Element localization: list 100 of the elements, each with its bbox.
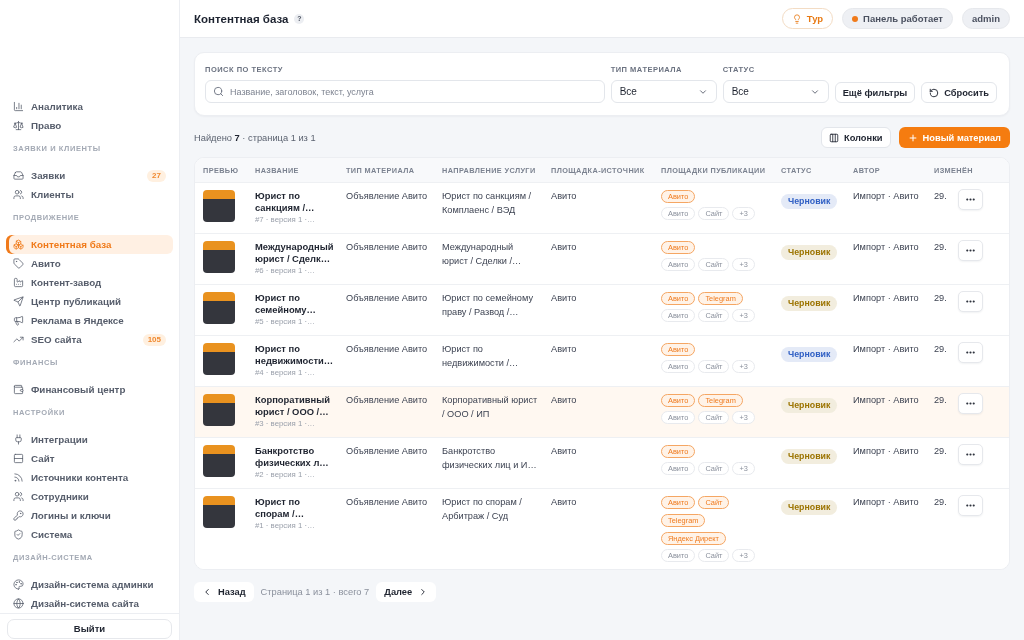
modified-date: 29. — [934, 496, 948, 509]
status-badge: Черновик — [781, 449, 838, 464]
more-button[interactable] — [958, 189, 983, 210]
user-button[interactable]: admin — [962, 8, 1010, 29]
prev-page-button[interactable]: Назад — [194, 582, 254, 602]
nav-item[interactable]: Дизайн-система сайта — [6, 594, 173, 613]
nav-item[interactable]: Контент-завод — [6, 273, 173, 292]
more-button[interactable] — [958, 342, 983, 363]
photo-placeholder — [203, 241, 235, 273]
chevron-left-icon — [202, 587, 212, 597]
source-platform: Авито — [551, 241, 578, 254]
nav-item[interactable]: Дизайн-система админки — [6, 575, 173, 594]
more-button[interactable] — [958, 444, 983, 465]
plus-icon — [907, 132, 918, 143]
status-badge: Черновик — [781, 194, 838, 209]
material-type: Объявление Авито — [346, 241, 429, 254]
status-dot-icon — [852, 15, 859, 22]
more-button[interactable] — [958, 393, 983, 414]
photo-placeholder — [203, 496, 235, 528]
users-icon — [13, 189, 24, 200]
globe-icon — [13, 598, 24, 609]
nav-item[interactable]: Сотрудники — [6, 487, 173, 506]
rotate-arrow-icon — [929, 87, 940, 98]
nav-item[interactable]: Финансовый центр — [6, 380, 173, 399]
shield-check-icon — [13, 529, 24, 540]
status-badge: Черновик — [781, 296, 838, 311]
photo-placeholder — [203, 343, 235, 375]
more-button[interactable] — [958, 240, 983, 261]
material-title: Международный юрист / Сделк… — [255, 241, 335, 265]
users-icon — [13, 491, 24, 502]
select-field[interactable]: Все — [610, 80, 717, 103]
nav-item[interactable]: Клиенты — [6, 185, 173, 204]
material-type: Объявление Авито — [346, 343, 429, 356]
nav-item[interactable]: SEO сайта 105 — [6, 330, 173, 349]
more-button[interactable] — [958, 291, 983, 312]
nav-item[interactable]: Сайт — [6, 449, 173, 468]
material-type: Объявление Авито — [346, 496, 429, 509]
scales-icon — [13, 120, 24, 131]
rss-icon — [13, 472, 24, 483]
material-type: Объявление Авито — [346, 394, 429, 407]
service-direction: Корпоративный юрист / ООО / ИП — [442, 394, 539, 421]
trend-line-icon — [13, 334, 24, 345]
more-filters-button[interactable]: Ещё фильтры — [834, 82, 916, 103]
source-platform: Авито — [551, 343, 578, 356]
megaphone-icon — [13, 315, 24, 326]
status-badge: Черновик — [781, 347, 838, 362]
bar-chart-icon — [13, 101, 24, 112]
photo-placeholder — [203, 292, 235, 324]
source-platform: Авито — [551, 190, 578, 203]
material-type: Объявление Авито — [346, 190, 429, 203]
author: Импорт · Авито — [853, 445, 920, 458]
material-title: Банкротство физических л… — [255, 445, 330, 469]
nav-item[interactable]: Право — [6, 116, 173, 135]
page-info: Страница 1 из 1 · всего 7 — [260, 587, 370, 597]
select-field[interactable]: Все — [722, 80, 829, 103]
paper-plane-icon — [13, 296, 24, 307]
tag-icon — [13, 258, 24, 269]
results-summary: Найдено 7 · страница 1 из 1 — [194, 132, 316, 143]
author: Импорт · Авито — [853, 190, 920, 203]
modified-date: 29. — [934, 241, 948, 254]
rows-icon — [13, 453, 24, 464]
nav-item[interactable]: Заявки 27 — [6, 166, 173, 185]
columns-button[interactable]: Колонки — [820, 127, 891, 148]
source-platform: Авито — [551, 292, 578, 305]
service-direction: Международный юрист / Сделки /… — [442, 241, 523, 268]
modified-date: 29. — [934, 190, 948, 203]
page-title: Контентная база — [194, 12, 289, 25]
status-button[interactable]: Панель работает — [842, 8, 953, 29]
plug-icon — [13, 434, 24, 445]
photo-placeholder — [203, 445, 235, 477]
nav-item[interactable]: Авито — [6, 254, 173, 273]
logout-button[interactable]: Выйти — [7, 618, 172, 639]
reset-button[interactable]: Сбросить — [921, 82, 997, 103]
material-title: Юрист по спорам /… — [255, 496, 306, 520]
service-direction: Юрист по санкциям / Комплаенс / ВЭД — [442, 190, 533, 217]
nav-item[interactable]: Интеграции — [6, 430, 173, 449]
material-type: Объявление Авито — [346, 292, 429, 305]
nav-item[interactable]: Система — [6, 525, 173, 544]
status-badge: Черновик — [781, 500, 838, 515]
nav-item[interactable]: Логины и ключи — [6, 506, 173, 525]
nav-item[interactable]: Реклама в Яндексе — [6, 311, 173, 330]
wallet-icon — [13, 384, 24, 395]
modified-date: 29. — [934, 292, 948, 305]
photo-placeholder — [203, 394, 235, 426]
columns-icon — [828, 132, 839, 143]
nav-item[interactable]: Аналитика — [6, 97, 173, 116]
search-icon — [213, 86, 224, 97]
photo-placeholder — [203, 190, 235, 222]
search-field[interactable]: Название, заголовок, текст, услуга — [205, 80, 605, 103]
nav-item[interactable]: Источники контента — [6, 468, 173, 487]
material-title: Юрист по недвижимости… — [255, 343, 335, 367]
more-button[interactable] — [958, 495, 983, 516]
modified-date: 29. — [934, 343, 948, 356]
author: Импорт · Авито — [853, 241, 920, 254]
nav-item[interactable]: Центр публикаций — [6, 292, 173, 311]
material-type: Объявление Авито — [346, 445, 429, 458]
key-icon — [13, 510, 24, 521]
next-page-button[interactable]: Далее — [376, 582, 437, 602]
palette-icon — [13, 579, 24, 590]
service-direction: Юрист по спорам / Арбитраж / Суд — [442, 496, 523, 523]
